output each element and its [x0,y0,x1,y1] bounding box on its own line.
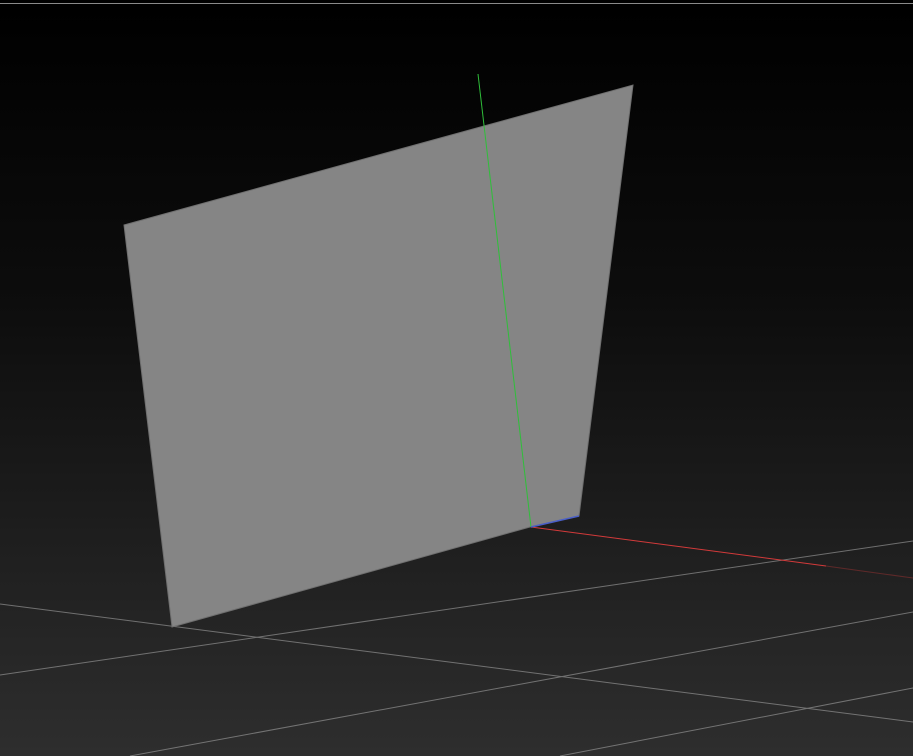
3d-viewport[interactable] [0,0,913,756]
viewport-scene[interactable] [0,0,913,756]
